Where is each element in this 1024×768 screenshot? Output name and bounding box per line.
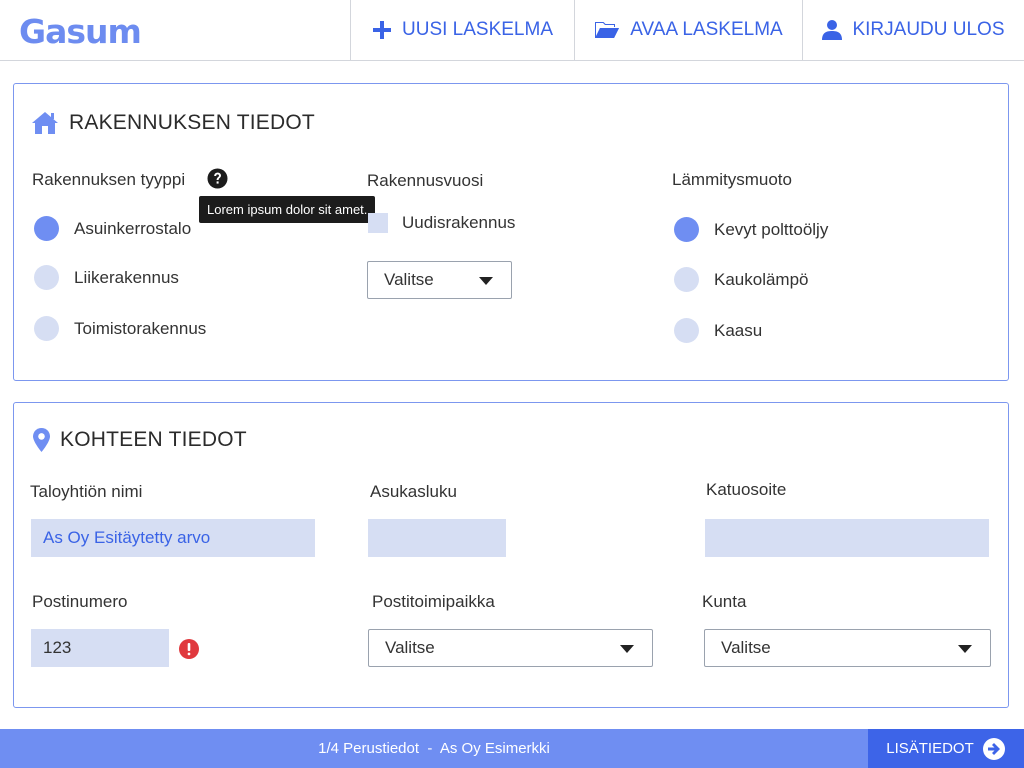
radio-unselected[interactable] — [34, 265, 59, 290]
company-name-input[interactable] — [31, 519, 315, 557]
radio-unselected[interactable] — [34, 316, 59, 341]
municipality-select-value: Valitse — [721, 638, 771, 657]
postcode-label: Postinumero — [32, 592, 128, 611]
building-type-label: Rakennuksen tyyppi — [32, 170, 186, 189]
city-select[interactable]: Valitse — [368, 629, 653, 667]
footer-bar: 1/4 Perustiedot - As Oy Esimerkki LISÄTI… — [0, 729, 1024, 768]
radio-selected[interactable] — [674, 217, 699, 242]
radio-unselected[interactable] — [674, 318, 699, 343]
municipality-select[interactable]: Valitse — [704, 629, 991, 667]
building-info-title-text: RAKENNUKSEN TIEDOT — [69, 111, 315, 134]
caret-down-icon — [958, 645, 972, 653]
open-calculation-button[interactable]: AVAA LASKELMA — [574, 0, 802, 60]
help-tooltip: Lorem ipsum dolor sit amet. — [199, 196, 376, 223]
logout-label: KIRJAUDU ULOS — [852, 19, 1005, 40]
arrow-right-circle-icon — [982, 737, 1006, 761]
heating-option-0[interactable]: Kevyt polttoöljy — [674, 217, 828, 242]
building-type-option-1[interactable]: Liikerakennus — [34, 265, 179, 290]
building-type-option-label: Asuinkerrostalo — [74, 218, 192, 238]
logout-button[interactable]: KIRJAUDU ULOS — [802, 0, 1024, 60]
radio-unselected[interactable] — [674, 267, 699, 292]
city-label: Postitoimipaikka — [372, 592, 495, 611]
folder-open-icon — [594, 20, 620, 40]
building-type-option-label: Liikerakennus — [74, 267, 179, 287]
building-info-title: RAKENNUKSEN TIEDOT — [31, 111, 315, 135]
heating-option-2[interactable]: Kaasu — [674, 318, 762, 343]
new-calculation-button[interactable]: UUSI LASKELMA — [350, 0, 574, 60]
target-info-title: KOHTEEN TIEDOT — [33, 428, 247, 452]
app-header: Gasum UUSI LASKELMA AVAA LASKELMA KIRJAU… — [0, 0, 1024, 61]
municipality-label: Kunta — [702, 592, 747, 611]
postcode-input[interactable] — [31, 629, 169, 667]
street-address-label: Katuosoite — [706, 480, 787, 499]
user-icon — [822, 19, 843, 41]
new-building-label: Uudisrakennus — [402, 213, 516, 232]
building-year-label: Rakennusvuosi — [367, 171, 484, 190]
residents-input[interactable] — [368, 519, 506, 557]
gasum-logo[interactable]: Gasum — [19, 12, 142, 51]
error-icon — [179, 639, 199, 659]
location-pin-icon — [33, 428, 50, 452]
footer-status-text: 1/4 Perustiedot - As Oy Esimerkki — [318, 740, 550, 757]
building-type-option-label: Toimistorakennus — [74, 318, 207, 338]
building-type-option-0[interactable]: Asuinkerrostalo — [34, 216, 191, 241]
next-step-label: LISÄTIEDOT — [886, 740, 974, 757]
building-year-select[interactable]: Valitse — [367, 261, 512, 299]
heating-option-label: Kevyt polttoöljy — [714, 219, 829, 239]
plus-icon — [372, 20, 392, 40]
residents-label: Asukasluku — [370, 482, 457, 501]
heating-option-label: Kaukolämpö — [714, 269, 809, 289]
footer-status: 1/4 Perustiedot - As Oy Esimerkki — [0, 729, 868, 768]
next-step-button[interactable]: LISÄTIEDOT — [868, 729, 1024, 768]
new-calculation-label: UUSI LASKELMA — [402, 19, 553, 40]
radio-selected[interactable] — [34, 216, 59, 241]
new-building-checkbox[interactable] — [368, 213, 388, 233]
company-name-label: Taloyhtiön nimi — [30, 482, 143, 501]
new-building-checkbox-row[interactable]: Uudisrakennus — [368, 213, 515, 233]
home-icon — [31, 111, 59, 135]
street-address-input[interactable] — [705, 519, 989, 557]
building-year-select-value: Valitse — [384, 270, 434, 289]
heating-option-label: Kaasu — [714, 320, 763, 340]
city-select-value: Valitse — [385, 638, 435, 657]
target-info-title-text: KOHTEEN TIEDOT — [60, 428, 247, 451]
caret-down-icon — [479, 277, 493, 285]
open-calculation-label: AVAA LASKELMA — [630, 19, 783, 40]
building-type-option-2[interactable]: Toimistorakennus — [34, 316, 206, 341]
help-icon[interactable] — [207, 168, 228, 189]
heating-label: Lämmitysmuoto — [672, 170, 792, 189]
caret-down-icon — [620, 645, 634, 653]
heating-option-1[interactable]: Kaukolämpö — [674, 267, 809, 292]
